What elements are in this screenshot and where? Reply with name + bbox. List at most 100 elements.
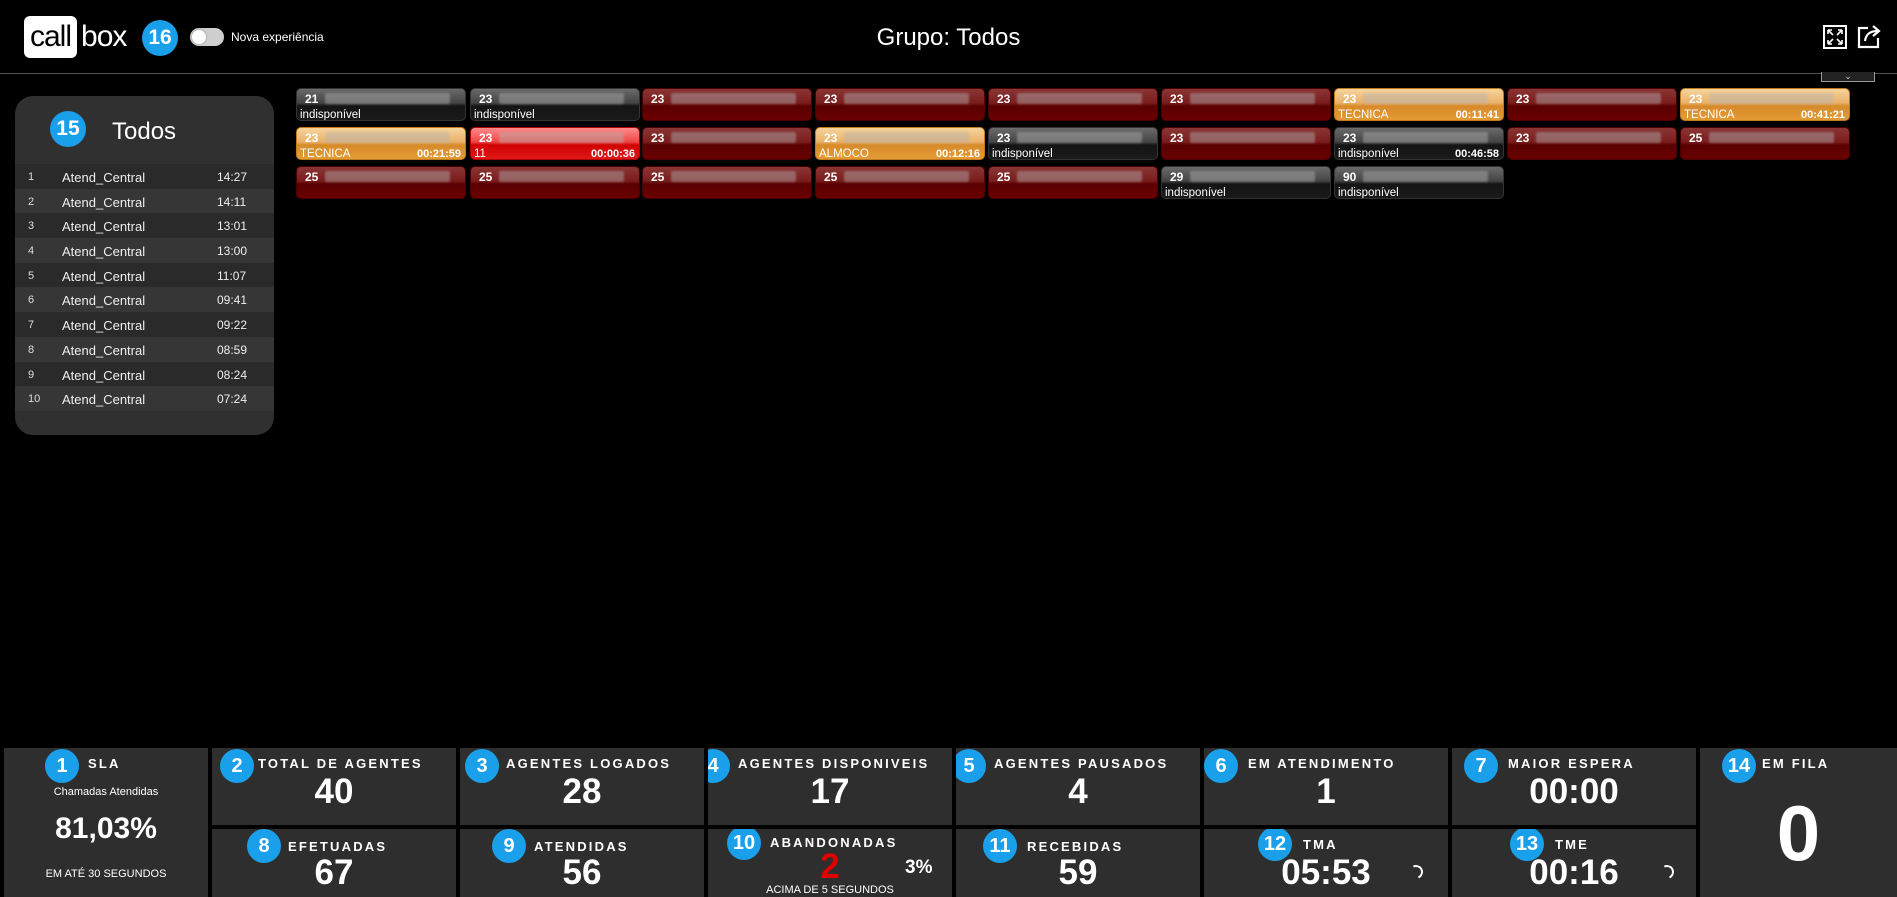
agent-name-redacted <box>325 132 450 143</box>
ranking-position: 9 <box>28 368 35 381</box>
ranking-row: 8 Atend_Central 08:59 <box>15 336 274 362</box>
stat-label: EM FILA <box>1762 756 1830 771</box>
agent-name-redacted <box>1363 132 1488 143</box>
collapse-tab[interactable]: ⌄ <box>1821 72 1875 82</box>
agent-timer: 00:21:59 <box>416 148 461 160</box>
stat-recebidas: 11 RECEBIDAS 59 <box>956 829 1200 897</box>
agent-extension: 23 <box>1516 131 1530 145</box>
stat-total-agentes: 2 TOTAL DE AGENTES 40 <box>212 748 456 825</box>
agent-name-redacted <box>1709 132 1834 143</box>
stat-badge: 14 <box>1722 749 1756 783</box>
stat-value: 56 <box>562 853 602 892</box>
agent-extension: 23 <box>651 92 665 106</box>
agent-card[interactable]: 23 <box>1507 88 1677 121</box>
agent-card[interactable]: 23 <box>988 88 1158 121</box>
stat-label: EM ATENDIMENTO <box>1248 756 1396 771</box>
stat-label: EFETUADAS <box>288 839 388 854</box>
agent-extension: 29 <box>1170 170 1184 184</box>
agent-extension: 23 <box>479 131 493 145</box>
agent-extension: 25 <box>305 170 319 184</box>
agent-card[interactable]: 23 indisponível <box>988 127 1158 160</box>
stat-value: 67 <box>314 853 354 892</box>
agent-status: indisponível <box>300 109 361 121</box>
fullscreen-icon[interactable] <box>1822 24 1848 50</box>
stat-agentes-disponiveis: 4 AGENTES DISPONIVEIS 17 <box>708 748 952 825</box>
new-experience-toggle[interactable] <box>190 28 224 46</box>
agent-card[interactable]: 23 indisponível <box>470 88 640 121</box>
stats-panel: 1 SLA Chamadas Atendidas 81,03% EM ATÉ 3… <box>4 748 1897 897</box>
agent-card[interactable]: 25 <box>296 166 466 199</box>
agent-card[interactable]: 29 indisponível <box>1161 166 1331 199</box>
agent-extension: 25 <box>1689 131 1703 145</box>
agent-extension: 25 <box>651 170 665 184</box>
stat-value: 17 <box>810 772 850 811</box>
dashboard: call box 16 Nova experiência Grupo: Todo… <box>0 0 1897 897</box>
ranking-name: Atend_Central <box>62 392 146 408</box>
export-icon[interactable] <box>1856 24 1882 50</box>
agent-card[interactable]: 25 <box>470 166 640 199</box>
agent-extension: 23 <box>305 131 319 145</box>
agent-card[interactable]: 23 TECNICA 00:11:41 <box>1334 88 1504 121</box>
agent-card[interactable]: 23 <box>1507 127 1677 160</box>
agent-card[interactable]: 25 <box>1680 127 1850 160</box>
agent-card[interactable]: 23 <box>1161 127 1331 160</box>
agent-extension: 23 <box>1689 92 1703 106</box>
agent-name-redacted <box>1363 93 1488 104</box>
agent-name-redacted <box>1709 93 1834 104</box>
agent-name-redacted <box>1363 171 1488 182</box>
ranking-position: 7 <box>28 319 35 332</box>
agent-card[interactable]: 21 indisponível <box>296 88 466 121</box>
agent-timer: 00:46:58 <box>1454 148 1499 160</box>
agent-name-redacted <box>671 132 796 143</box>
ranking-row: 1 Atend_Central 14:27 <box>15 164 274 189</box>
agent-card[interactable]: 23 11 00:00:36 <box>470 127 640 160</box>
agent-card[interactable]: 23 <box>642 127 812 160</box>
agent-name-redacted <box>1017 132 1142 143</box>
header-bar: call box 16 Nova experiência Grupo: Todo… <box>0 0 1897 74</box>
stat-badge: 1 <box>45 749 79 783</box>
agent-card[interactable]: 90 indisponível <box>1334 166 1504 199</box>
ranking-time: 11:07 <box>217 268 247 283</box>
ranking-position: 10 <box>28 393 41 406</box>
stat-value: 59 <box>1058 853 1098 892</box>
agent-card[interactable]: 23 TECNICA 00:41:21 <box>1680 88 1850 121</box>
ranking-name: Atend_Central <box>62 342 146 358</box>
ranking-name: Atend_Central <box>62 194 146 210</box>
sla-subtitle: Chamadas Atendidas <box>53 786 159 798</box>
agent-timer: 00:12:16 <box>935 148 980 160</box>
ranking-row: 5 Atend_Central 11:07 <box>15 262 274 288</box>
agent-card[interactable]: 23 indisponível 00:46:58 <box>1334 127 1504 160</box>
stat-abandonadas: 10 ABANDONADAS 2 3% ACIMA DE 5 SEGUNDOS <box>708 829 952 897</box>
agent-status: indisponível <box>474 109 535 121</box>
agent-card[interactable]: 23 TECNICA 00:21:59 <box>296 127 466 160</box>
ranking-position: 8 <box>28 343 35 356</box>
ranking-position: 6 <box>28 294 35 307</box>
agent-status: ALMOCO <box>819 148 869 160</box>
logo-box: box <box>81 20 127 53</box>
agent-card[interactable]: 23 ALMOCO 00:12:16 <box>815 127 985 160</box>
ranking-time: 09:22 <box>217 318 248 333</box>
agent-card[interactable]: 23 <box>815 88 985 121</box>
agent-extension: 23 <box>651 131 665 145</box>
ranking-name: Atend_Central <box>62 244 146 260</box>
agent-name-redacted <box>1190 171 1315 182</box>
agent-name-redacted <box>499 93 624 104</box>
stat-footnote: ACIMA DE 5 SEGUNDOS <box>766 884 894 896</box>
ranking-name: Atend_Central <box>62 367 146 383</box>
agent-card[interactable]: 23 <box>1161 88 1331 121</box>
ranking-row: 9 Atend_Central 08:24 <box>15 361 274 387</box>
agent-card[interactable]: 23 <box>642 88 812 121</box>
stat-label: AGENTES LOGADOS <box>506 756 672 771</box>
stat-label: AGENTES DISPONIVEIS <box>738 756 930 771</box>
agent-card[interactable]: 25 <box>988 166 1158 199</box>
agent-card[interactable]: 25 <box>642 166 812 199</box>
stat-label: SLA <box>88 756 121 771</box>
stat-value: 1 <box>1316 772 1336 811</box>
stat-label: MAIOR ESPERA <box>1508 756 1635 771</box>
ranking-position: 5 <box>28 269 35 282</box>
stat-agentes-logados: 3 AGENTES LOGADOS 28 <box>460 748 704 825</box>
agent-name-redacted <box>325 93 450 104</box>
stat-tma: 12 TMA 05:53 <box>1204 829 1448 897</box>
agent-card[interactable]: 25 <box>815 166 985 199</box>
agent-name-redacted <box>844 171 969 182</box>
